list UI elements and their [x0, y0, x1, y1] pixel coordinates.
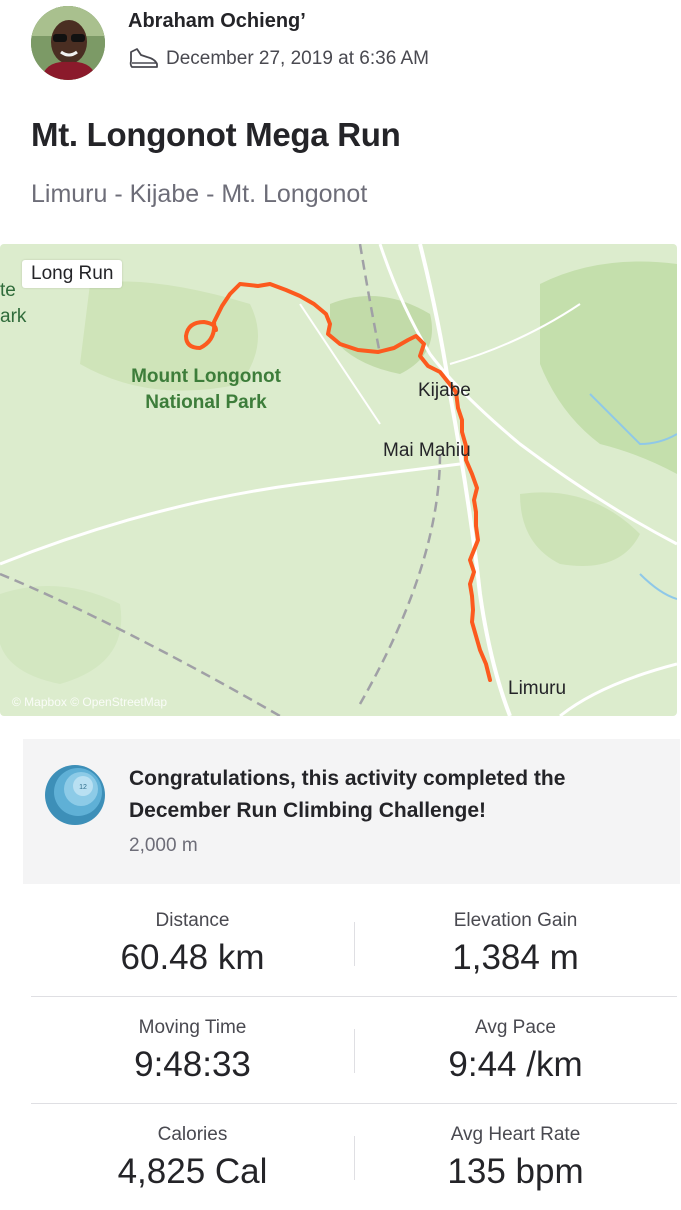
- workout-type-badge: Long Run: [22, 260, 123, 288]
- map-edge-label: te: [0, 280, 16, 301]
- stat-value: 9:44 /km: [448, 1045, 583, 1084]
- stat-label: Avg Pace: [475, 1017, 556, 1038]
- stat-value: 60.48 km: [120, 938, 265, 977]
- challenge-message: Congratulations, this activity completed…: [129, 767, 566, 822]
- stat-label: Calories: [157, 1124, 228, 1145]
- stat-value: 1,384 m: [452, 938, 579, 977]
- town-label-mai-mahiu: Mai Mahiu: [383, 440, 471, 461]
- activity-stats: Distance 60.48 km Elevation Gain 1,384 m…: [31, 890, 677, 1210]
- challenge-badge-icon: 12: [45, 765, 105, 825]
- activity-title: Mt. Longonot Mega Run: [31, 116, 401, 153]
- challenge-goal: 2,000 m: [129, 835, 198, 856]
- stat-label: Distance: [155, 910, 230, 931]
- town-label-limuru: Limuru: [508, 678, 567, 699]
- stat-value: 135 bpm: [447, 1152, 584, 1191]
- park-label: Mount Longonot National Park: [96, 364, 316, 416]
- stat-row: Calories 4,825 Cal Avg Heart Rate 135 bp…: [31, 1104, 677, 1210]
- park-label-line1: Mount Longonot: [131, 366, 281, 387]
- route-map[interactable]: Long Run te ark Mount Longonot National …: [0, 244, 677, 716]
- stat-avg-pace: Avg Pace 9:44 /km: [354, 997, 677, 1085]
- stat-moving-time: Moving Time 9:48:33: [31, 997, 354, 1085]
- badge-number: 12: [79, 784, 87, 791]
- activity-description: Limuru - Kijabe - Mt. Longonot: [31, 180, 368, 208]
- stat-label: Avg Heart Rate: [450, 1124, 581, 1145]
- challenge-card[interactable]: 12 Congratulations, this activity comple…: [23, 739, 680, 884]
- shoe-icon: [129, 48, 158, 68]
- town-label-kijabe: Kijabe: [418, 380, 471, 401]
- map-canvas: [0, 244, 677, 716]
- park-label-line2: National Park: [145, 392, 267, 413]
- map-edge-label: ark: [0, 306, 27, 327]
- avatar-photo: [31, 6, 105, 80]
- athlete-avatar[interactable]: [31, 6, 105, 80]
- activity-meta: December 27, 2019 at 6:36 AM: [128, 46, 429, 72]
- stat-label: Elevation Gain: [453, 910, 578, 931]
- stat-calories: Calories 4,825 Cal: [31, 1104, 354, 1192]
- stat-label: Moving Time: [138, 1017, 247, 1038]
- stat-distance: Distance 60.48 km: [31, 890, 354, 978]
- athlete-name[interactable]: Abraham Ochieng’: [128, 10, 306, 33]
- stat-value: 4,825 Cal: [117, 1152, 268, 1191]
- stat-row: Moving Time 9:48:33 Avg Pace 9:44 /km: [31, 997, 677, 1104]
- stat-elevation-gain: Elevation Gain 1,384 m: [354, 890, 677, 978]
- stat-value: 9:48:33: [134, 1045, 251, 1084]
- activity-date: December 27, 2019 at 6:36 AM: [166, 48, 429, 69]
- stat-row: Distance 60.48 km Elevation Gain 1,384 m: [31, 890, 677, 997]
- stat-avg-heart-rate: Avg Heart Rate 135 bpm: [354, 1104, 677, 1192]
- map-attribution[interactable]: © Mapbox © OpenStreetMap: [12, 695, 167, 709]
